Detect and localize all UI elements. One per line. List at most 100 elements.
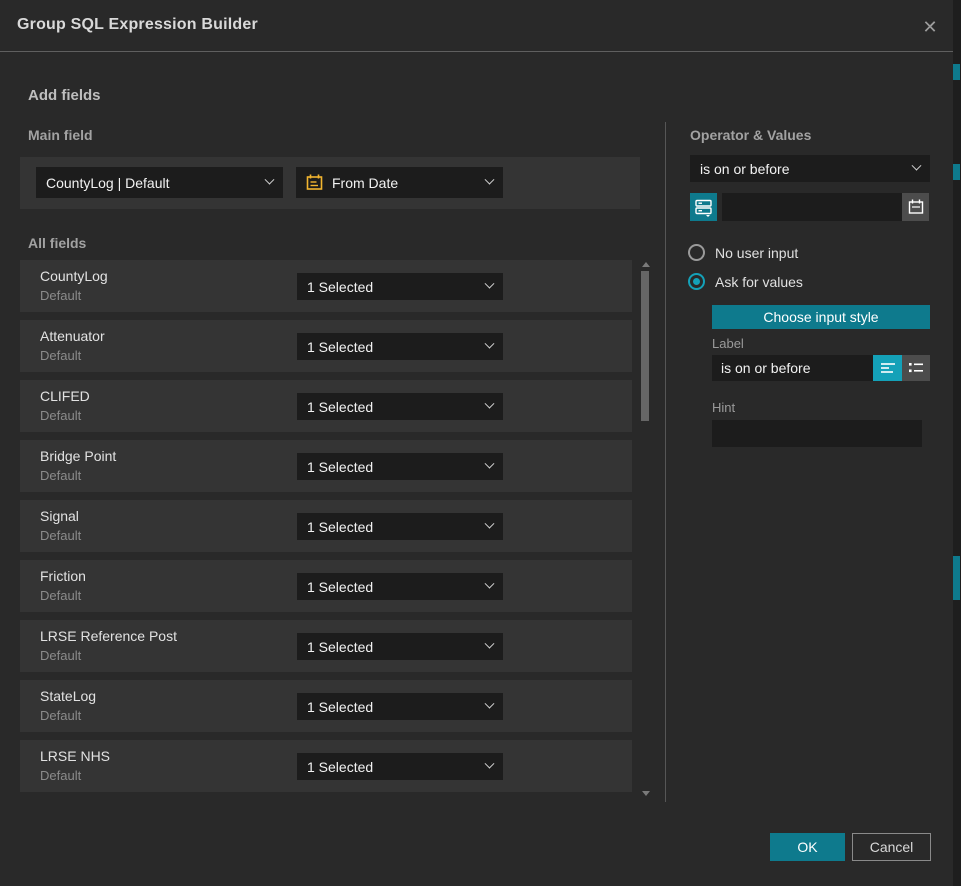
chevron-down-icon — [485, 639, 495, 649]
field-row-signal: Signal Default 1 Selected — [20, 500, 632, 552]
field-name: StateLog — [40, 688, 96, 704]
field-subtitle: Default — [40, 588, 81, 603]
field-subtitle: Default — [40, 348, 81, 363]
calendar-icon — [306, 174, 323, 191]
field-subtitle: Default — [40, 408, 81, 423]
unique-values-icon — [694, 198, 713, 217]
main-field-date-value: From Date — [332, 175, 478, 191]
selected-count: 1 Selected — [307, 519, 478, 535]
field-selected-dropdown[interactable]: 1 Selected — [297, 693, 503, 720]
selected-count: 1 Selected — [307, 579, 478, 595]
field-name: Bridge Point — [40, 448, 116, 464]
dialog-title: Group SQL Expression Builder — [17, 16, 258, 34]
field-row-friction: Friction Default 1 Selected — [20, 560, 632, 612]
chevron-down-icon — [485, 399, 495, 409]
date-picker-button[interactable] — [902, 193, 929, 221]
field-row-clifed: CLIFED Default 1 Selected — [20, 380, 632, 432]
main-field-layer-dropdown[interactable]: CountyLog | Default — [36, 167, 283, 198]
background-app-edge — [953, 0, 961, 886]
edge-fragment — [953, 164, 960, 180]
field-name: Friction — [40, 568, 86, 584]
field-name: LRSE Reference Post — [40, 628, 177, 644]
field-selected-dropdown[interactable]: 1 Selected — [297, 453, 503, 480]
calendar-icon — [908, 199, 924, 215]
all-fields-heading: All fields — [28, 235, 86, 251]
radio-label: No user input — [715, 245, 798, 261]
radio-no-user-input[interactable]: No user input — [688, 244, 798, 261]
field-selected-dropdown[interactable]: 1 Selected — [297, 573, 503, 600]
edge-fragment — [953, 556, 960, 600]
operator-dropdown[interactable]: is on or before — [690, 155, 930, 182]
scroll-down-arrow-icon[interactable] — [642, 791, 650, 796]
cancel-button[interactable]: Cancel — [852, 833, 931, 861]
field-subtitle: Default — [40, 528, 81, 543]
add-fields-heading: Add fields — [28, 87, 101, 104]
scroll-up-arrow-icon[interactable] — [642, 262, 650, 267]
chevron-down-icon — [912, 161, 922, 171]
radio-selected-icon — [688, 273, 705, 290]
group-sql-expression-builder-dialog: Group SQL Expression Builder ✕ Add field… — [0, 0, 961, 886]
main-field-layer-value: CountyLog | Default — [46, 175, 258, 191]
field-selected-dropdown[interactable]: 1 Selected — [297, 513, 503, 540]
operator-value: is on or before — [700, 161, 905, 177]
scrollbar-thumb[interactable] — [641, 271, 649, 421]
single-line-style-button[interactable] — [873, 355, 902, 381]
field-subtitle: Default — [40, 288, 81, 303]
selected-count: 1 Selected — [307, 639, 478, 655]
selected-count: 1 Selected — [307, 699, 478, 715]
field-name: Attenuator — [40, 328, 105, 344]
field-row-statelog: StateLog Default 1 Selected — [20, 680, 632, 732]
field-row-attenuator: Attenuator Default 1 Selected — [20, 320, 632, 372]
field-subtitle: Default — [40, 648, 81, 663]
chevron-down-icon — [265, 175, 275, 185]
chevron-down-icon — [485, 699, 495, 709]
unique-values-button[interactable] — [690, 193, 717, 221]
main-field-heading: Main field — [28, 127, 93, 143]
label-input[interactable] — [712, 355, 873, 381]
chevron-down-icon — [485, 519, 495, 529]
field-selected-dropdown[interactable]: 1 Selected — [297, 393, 503, 420]
field-selected-dropdown[interactable]: 1 Selected — [297, 633, 503, 660]
hint-caption: Hint — [712, 400, 735, 415]
field-row-lrse-nhs: LRSE NHS Default 1 Selected — [20, 740, 632, 792]
chevron-down-icon — [485, 279, 495, 289]
radio-circle-icon — [688, 244, 705, 261]
hint-input[interactable] — [712, 420, 922, 447]
field-name: LRSE NHS — [40, 748, 110, 764]
field-selected-dropdown[interactable]: 1 Selected — [297, 333, 503, 360]
selected-count: 1 Selected — [307, 759, 478, 775]
list-scrollbar[interactable] — [640, 258, 652, 800]
field-selected-dropdown[interactable]: 1 Selected — [297, 273, 503, 300]
edge-fragment — [953, 64, 960, 80]
dialog-titlebar: Group SQL Expression Builder ✕ — [0, 0, 953, 52]
field-name: CountyLog — [40, 268, 108, 284]
radio-ask-for-values[interactable]: Ask for values — [688, 273, 803, 290]
chevron-down-icon — [485, 579, 495, 589]
selected-count: 1 Selected — [307, 339, 478, 355]
close-icon[interactable]: ✕ — [917, 14, 943, 40]
main-field-panel: CountyLog | Default From Date — [20, 157, 640, 209]
field-subtitle: Default — [40, 468, 81, 483]
field-name: Signal — [40, 508, 79, 524]
field-subtitle: Default — [40, 768, 81, 783]
field-row-countylog: CountyLog Default 1 Selected — [20, 260, 632, 312]
selected-count: 1 Selected — [307, 459, 478, 475]
field-selected-dropdown[interactable]: 1 Selected — [297, 753, 503, 780]
selected-count: 1 Selected — [307, 279, 478, 295]
panel-divider — [665, 122, 666, 802]
bulleted-list-icon — [908, 361, 924, 375]
radio-label: Ask for values — [715, 274, 803, 290]
ok-button[interactable]: OK — [770, 833, 845, 861]
chevron-down-icon — [485, 175, 495, 185]
chevron-down-icon — [485, 459, 495, 469]
main-field-date-dropdown[interactable]: From Date — [296, 167, 503, 198]
field-row-lrse-reference-post: LRSE Reference Post Default 1 Selected — [20, 620, 632, 672]
all-fields-list: CountyLog Default 1 Selected Attenuator … — [20, 260, 632, 792]
operator-values-heading: Operator & Values — [690, 127, 811, 143]
label-caption: Label — [712, 336, 744, 351]
date-value-input[interactable] — [722, 193, 902, 221]
chevron-down-icon — [485, 759, 495, 769]
choose-input-style-button[interactable]: Choose input style — [712, 305, 930, 329]
selected-count: 1 Selected — [307, 399, 478, 415]
list-style-button[interactable] — [902, 355, 930, 381]
